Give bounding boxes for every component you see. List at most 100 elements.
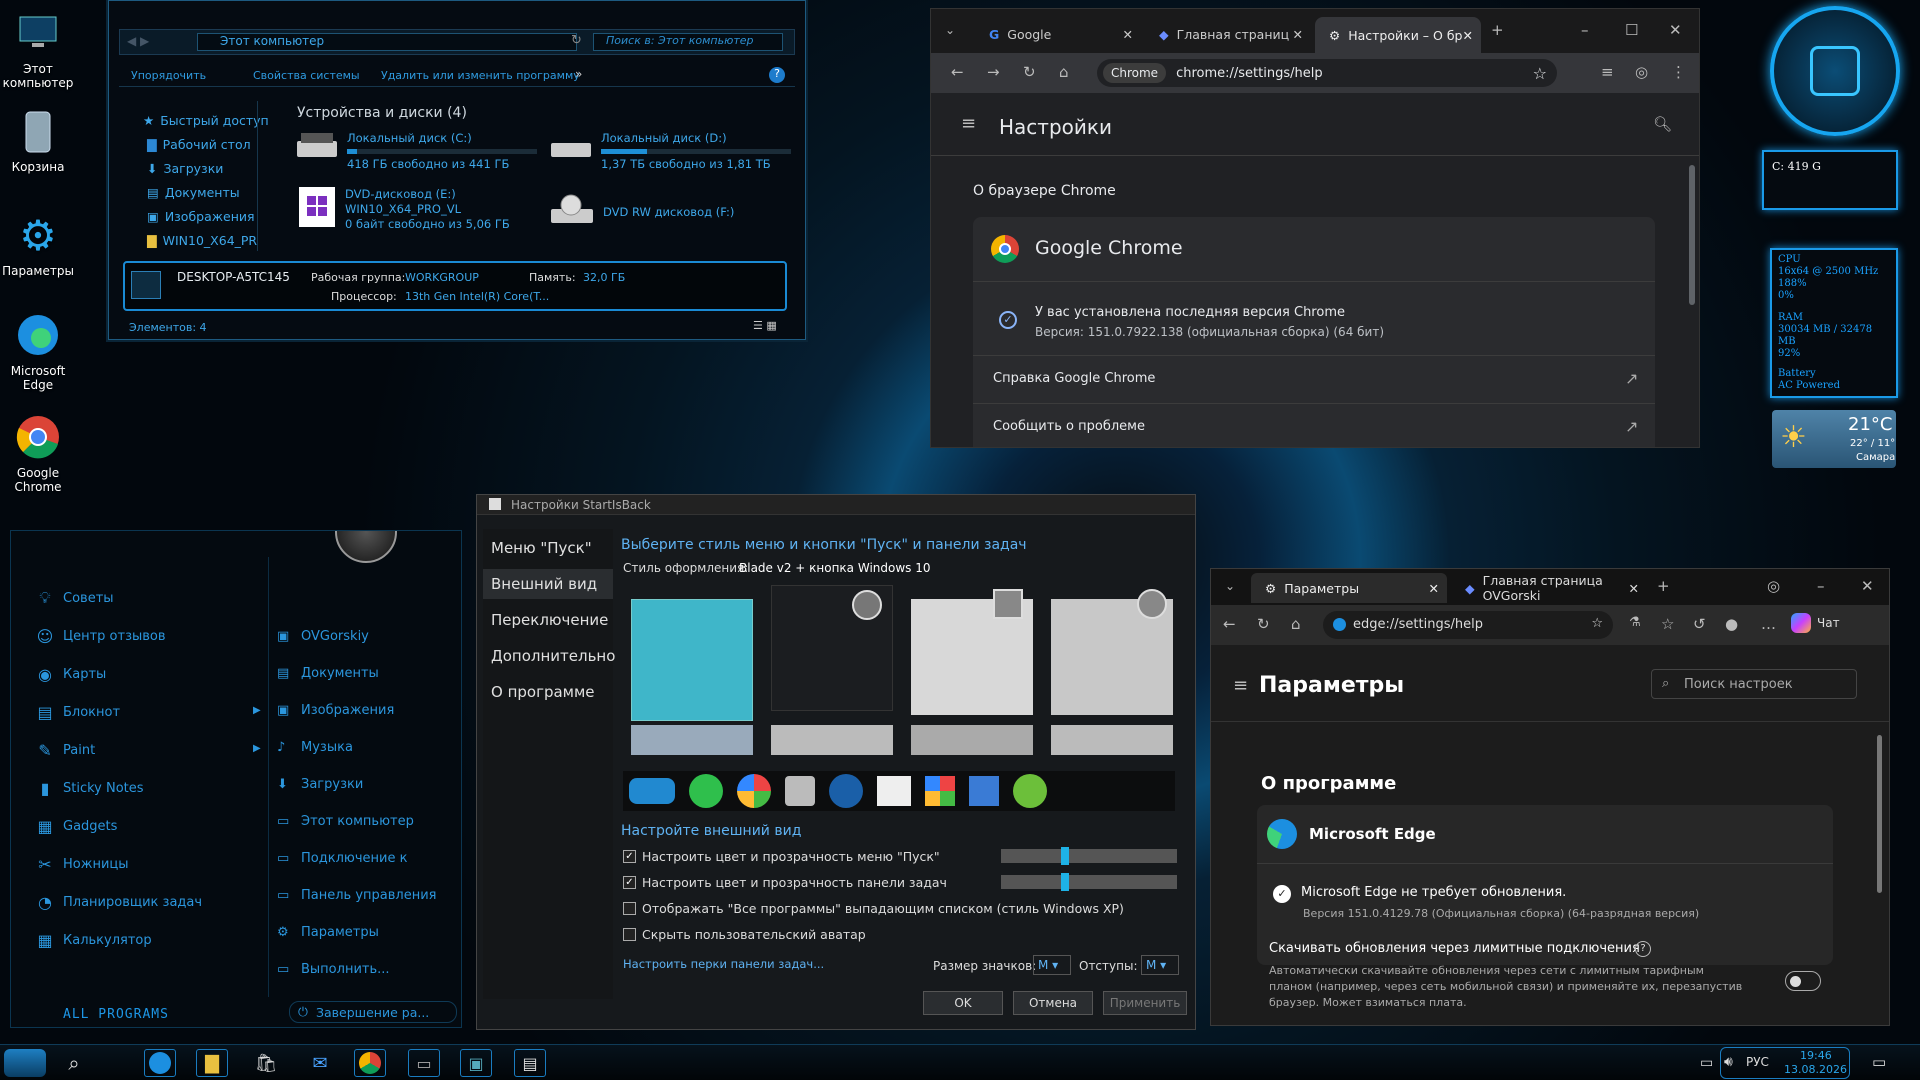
nav-pictures[interactable]: ▣ Изображения <box>147 209 255 224</box>
option-checkbox[interactable]: Отображать "Все программы" выпадающим сп… <box>623 901 1124 916</box>
help-icon[interactable]: ? <box>769 67 785 83</box>
app-taskbar-icon[interactable]: ▣ <box>460 1049 492 1077</box>
start-right-item[interactable]: ▣ Изображения <box>277 703 394 718</box>
home-button[interactable]: ⌂ <box>1291 615 1301 633</box>
start-orb-round[interactable] <box>1013 774 1047 808</box>
start-left-item[interactable]: ✂ Ножницы <box>38 855 128 874</box>
drive-e[interactable]: DVD-дисковод (E:) WIN10_X64_PRO_VL 0 байт … <box>299 187 510 232</box>
new-tab-button[interactable]: + <box>1491 21 1504 39</box>
favorite-star-icon[interactable]: ☆ <box>1591 616 1603 631</box>
start-left-item[interactable]: ☺ Центр отзывов <box>37 627 166 646</box>
desktop-icon-this-pc[interactable]: Этот компьютер <box>0 8 77 90</box>
back-button[interactable]: ← <box>951 63 964 81</box>
start-right-item[interactable]: ⚙ Параметры <box>277 925 379 940</box>
drive-c[interactable]: Локальный диск (C:) 418 ГБ свободно из 44… <box>295 131 537 172</box>
style-thumb-light[interactable] <box>911 589 1033 715</box>
start-left-item[interactable]: ▦ Gadgets <box>37 817 117 836</box>
apply-button[interactable]: Применить <box>1103 991 1187 1015</box>
start-orb-green[interactable] <box>689 774 723 808</box>
style-thumb-gray[interactable] <box>1051 589 1173 715</box>
explorer-taskbar-icon[interactable]: ▇ <box>196 1049 228 1077</box>
desktop-icon-edge[interactable]: Microsoft Edge <box>0 310 77 392</box>
nav-downloads[interactable]: ⬇ Загрузки <box>147 161 223 176</box>
settings-search[interactable]: ⌕ Поиск настроек <box>1651 669 1857 699</box>
network-icon[interactable]: ▭ <box>1700 1055 1713 1071</box>
menu-icon[interactable]: ⋮ <box>1671 63 1686 81</box>
language-indicator[interactable]: РУС <box>1746 1055 1769 1069</box>
chrome-taskbar-icon[interactable] <box>354 1049 386 1077</box>
extensions-icon[interactable]: ⚗ <box>1629 615 1641 630</box>
profile-avatar[interactable]: ● <box>1725 615 1738 633</box>
taskbar-style-2[interactable] <box>771 725 893 755</box>
favorites-icon[interactable]: ☆ <box>1661 615 1674 633</box>
edge-address-bar[interactable]: edge://settings/help ☆ <box>1323 611 1613 639</box>
omnibox[interactable]: Chrome chrome://settings/help ☆ <box>1097 59 1557 87</box>
edge-tab-settings[interactable]: ⚙ Параметры ✕ <box>1251 573 1447 603</box>
start-orb-xp[interactable] <box>925 776 955 806</box>
taskbar-opacity-slider[interactable] <box>1001 873 1177 891</box>
user-avatar[interactable] <box>335 531 397 563</box>
nav-appearance[interactable]: Внешний вид <box>491 575 597 593</box>
taskbar-style-1[interactable] <box>631 725 753 755</box>
ok-button[interactable]: OK <box>923 991 1003 1015</box>
shutdown-button[interactable]: ⏻ Завершение ра... <box>289 1001 457 1023</box>
organize-button[interactable]: Упорядочить <box>131 69 206 82</box>
start-orb-gray[interactable] <box>785 776 815 806</box>
mail-taskbar-icon[interactable]: ✉ <box>304 1049 336 1077</box>
slider-thumb[interactable] <box>1061 847 1069 865</box>
start-left-item[interactable]: ✎ Paint ▶ <box>38 741 260 760</box>
option-checkbox[interactable]: Скрыть пользовательский аватар <box>623 927 866 942</box>
edge-tab-home[interactable]: ◆ Главная страница OVGorski ✕ <box>1451 573 1647 603</box>
taskbar-style-4[interactable] <box>1051 725 1173 755</box>
drive-f[interactable]: DVD RW дисковод (F:) <box>549 193 734 231</box>
close-icon[interactable]: ✕ <box>1629 581 1639 596</box>
more-icon[interactable]: » <box>575 67 582 81</box>
start-button[interactable] <box>4 1049 46 1077</box>
search-icon[interactable]: 🔍︎ <box>1653 115 1672 133</box>
option-checkbox[interactable]: ✓ Настроить цвет и прозрачность панели за… <box>623 875 947 890</box>
scrollbar[interactable] <box>1689 165 1695 305</box>
explorer-search[interactable]: Поиск в: Этот компьютер <box>593 33 783 51</box>
start-right-item[interactable]: ♪ Музыка <box>277 740 353 755</box>
edge-taskbar-icon[interactable] <box>144 1049 176 1077</box>
taskbar-perks-link[interactable]: Настроить перки панели задач... <box>623 957 824 971</box>
padding-select[interactable]: M ▾ <box>1141 955 1179 975</box>
icon-size-select[interactable]: M ▾ <box>1033 955 1071 975</box>
start-left-item[interactable]: ◉ Карты <box>38 665 106 684</box>
start-right-item[interactable]: ▭ Панель управления <box>277 888 437 903</box>
style-thumb-dark[interactable] <box>771 585 893 711</box>
notifications-icon[interactable]: ▭ <box>1872 1053 1886 1071</box>
start-orb-win7[interactable] <box>737 774 771 808</box>
start-left-item[interactable]: ▮ Sticky Notes <box>41 779 144 798</box>
new-tab-button[interactable]: + <box>1657 577 1670 595</box>
style-thumb-blade[interactable] <box>631 599 753 721</box>
close-icon[interactable]: ✕ <box>1429 581 1439 596</box>
back-button[interactable]: ← <box>1223 615 1236 633</box>
forward-button[interactable]: → <box>987 63 1000 81</box>
taskbar-style-3[interactable] <box>911 725 1033 755</box>
start-orb-win10[interactable] <box>877 776 911 806</box>
report-link-row[interactable]: Сообщить о проблеме ↗ <box>973 403 1655 447</box>
copilot-chat-button[interactable]: Чат <box>1791 613 1840 633</box>
nav-dvd-folder[interactable]: ▇ WIN10_X64_PR <box>147 233 257 248</box>
hamburger-icon[interactable]: ≡ <box>961 113 976 134</box>
uninstall-button[interactable]: Удалить или изменить программу <box>381 69 580 82</box>
nav-quick-access[interactable]: ★ Быстрый доступ <box>143 113 269 128</box>
more-menu-icon[interactable]: … <box>1761 615 1776 633</box>
tab-settings[interactable]: ⚙ Настройки – О бр ✕ <box>1315 17 1481 53</box>
start-right-item[interactable]: ▤ Документы <box>277 666 379 681</box>
start-right-item[interactable]: ▭ Этот компьютер <box>277 814 414 829</box>
checkbox-box[interactable]: ✓ <box>623 850 636 863</box>
start-opacity-slider[interactable] <box>1001 847 1177 865</box>
tab-search-button[interactable]: ⌄ <box>945 23 955 37</box>
all-programs-button[interactable]: ALL PROGRAMS <box>63 1007 169 1022</box>
minimize-button[interactable]: – <box>1581 21 1589 39</box>
close-icon[interactable]: ✕ <box>1123 27 1133 42</box>
hamburger-icon[interactable]: ≡ <box>1233 675 1248 696</box>
nav-switching[interactable]: Переключение <box>491 611 608 629</box>
maximize-button[interactable]: ☐ <box>1625 21 1638 39</box>
tab-google[interactable]: G Google ✕ <box>975 17 1141 51</box>
store-taskbar-icon[interactable]: 🛍︎ <box>250 1049 282 1077</box>
cancel-button[interactable]: Отмена <box>1013 991 1093 1015</box>
checkbox-box[interactable] <box>623 902 636 915</box>
